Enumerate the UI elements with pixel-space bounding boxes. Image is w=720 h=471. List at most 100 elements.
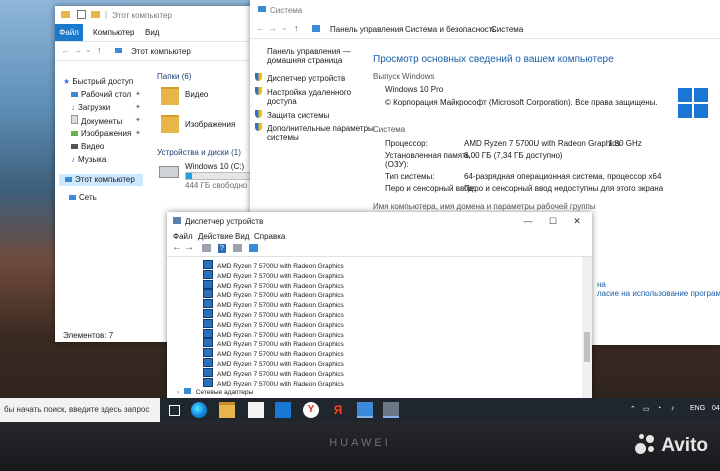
tree-item-processor[interactable]: AMD Ryzen 7 5700U with Radeon Graphics: [203, 269, 344, 280]
device-tree-scrollbar[interactable]: [582, 257, 592, 398]
processor-icon: [203, 338, 213, 348]
pin-icon: ✦: [135, 91, 141, 98]
nav-item-music[interactable]: ♪ Музыка: [71, 154, 106, 166]
tree-item-processor[interactable]: AMD Ryzen 7 5700U with Radeon Graphics: [203, 377, 344, 388]
tree-item-processor[interactable]: AMD Ryzen 7 5700U with Radeon Graphics: [203, 299, 344, 309]
folder-icon[interactable]: [91, 11, 100, 18]
tree-node-network-adapters[interactable]: › Сетевые адаптеры: [177, 388, 253, 396]
scan-hardware-icon[interactable]: [233, 244, 242, 252]
yandex-browser-icon[interactable]: Y: [303, 402, 319, 418]
back-arrow-icon[interactable]: ←: [61, 45, 70, 55]
forward-arrow-icon[interactable]: →: [268, 23, 277, 33]
help-icon[interactable]: ?: [218, 244, 226, 253]
computer-icon: [65, 177, 72, 182]
tree-item-processor[interactable]: AMD Ryzen 7 5700U with Radeon Graphics: [203, 367, 344, 378]
nav-this-pc[interactable]: Этот компьютер: [59, 174, 143, 186]
minimize-button[interactable]: —: [519, 212, 537, 230]
link-remote-settings-line2[interactable]: доступа: [267, 97, 297, 106]
close-icon: ✕: [573, 216, 581, 226]
checkbox-icon[interactable]: [77, 10, 86, 19]
tree-item-processor[interactable]: AMD Ryzen 7 5700U with Radeon Graphics: [203, 318, 344, 329]
windows-logo-pane: [694, 104, 708, 118]
control-panel-home-link-line2[interactable]: домашняя страница: [267, 56, 342, 65]
monitor-icon[interactable]: [249, 244, 258, 252]
tree-item-label: AMD Ryzen 7 5700U with Radeon Graphics: [217, 380, 344, 388]
nav-item-downloads[interactable]: ↓ Загрузки: [71, 102, 110, 114]
processor-icon: [203, 289, 213, 299]
nav-item-pictures[interactable]: Изображения: [71, 128, 131, 140]
menu-action[interactable]: Действие: [198, 232, 233, 241]
battery-icon[interactable]: ▭: [643, 405, 650, 413]
nav-item-desktop[interactable]: Рабочий стол: [71, 89, 131, 101]
tree-item-processor[interactable]: AMD Ryzen 7 5700U with Radeon Graphics: [203, 289, 344, 299]
volume-icon[interactable]: ♪: [671, 405, 675, 412]
taskbar-search-box[interactable]: бы начать поиск, введите здесь запрос: [0, 398, 160, 422]
mail-icon[interactable]: [275, 402, 291, 418]
link-device-manager[interactable]: Диспетчер устройств: [267, 74, 345, 83]
device-manager-taskbar-icon[interactable]: [383, 402, 399, 418]
back-arrow-icon[interactable]: ←: [172, 242, 182, 253]
tree-item-processor[interactable]: AMD Ryzen 7 5700U with Radeon Graphics: [203, 358, 344, 368]
system-app-icon[interactable]: [357, 402, 373, 418]
nav-network[interactable]: Сеть: [63, 192, 97, 204]
tab-file[interactable]: Файл: [55, 24, 83, 41]
link-system-protection[interactable]: Защита системы: [267, 111, 329, 120]
language-indicator[interactable]: ENG: [690, 405, 705, 412]
document-icon: [71, 115, 78, 124]
clock[interactable]: 04: [712, 405, 720, 412]
tree-item-processor[interactable]: AMD Ryzen 7 5700U with Radeon Graphics: [203, 309, 344, 319]
menu-help[interactable]: Справка: [254, 232, 285, 241]
maximize-button[interactable]: ☐: [544, 212, 562, 230]
file-explorer-icon[interactable]: [219, 402, 235, 418]
processor-icon: [203, 318, 213, 328]
tree-item-processor[interactable]: AMD Ryzen 7 5700U with Radeon Graphics: [203, 348, 344, 358]
menu-file[interactable]: Файл: [173, 232, 193, 241]
properties-icon[interactable]: [202, 244, 211, 252]
address-path[interactable]: Этот компьютер: [131, 47, 191, 56]
folder-pictures[interactable]: Изображения: [185, 120, 235, 129]
shield-icon: [255, 123, 262, 131]
close-button[interactable]: ✕: [568, 212, 586, 230]
folder-videos[interactable]: Видео: [185, 90, 208, 99]
tab-computer[interactable]: Компьютер: [93, 28, 134, 37]
breadcrumb-separator: ›: [483, 25, 486, 34]
forward-arrow-icon[interactable]: →: [184, 242, 194, 253]
tree-item-processor[interactable]: AMD Ryzen 7 5700U with Radeon Graphics: [203, 260, 344, 270]
edge-icon[interactable]: [191, 402, 207, 418]
link-remote-settings[interactable]: Настройка удаленного: [267, 88, 351, 97]
task-view-icon[interactable]: [166, 402, 182, 418]
tab-view[interactable]: Вид: [145, 28, 159, 37]
network-icon[interactable]: ◔: [657, 405, 661, 412]
up-arrow-icon[interactable]: ↑: [97, 45, 102, 55]
recent-chevron-icon[interactable]: ⌄: [85, 45, 92, 54]
menu-view[interactable]: Вид: [235, 232, 249, 241]
minimize-icon: —: [523, 216, 533, 226]
license-terms-link[interactable]: ласие на использование программного обес…: [597, 289, 720, 298]
desktop: | Этот компьютер Файл Компьютер Вид ← → …: [0, 0, 720, 422]
link-advanced-settings[interactable]: Дополнительные параметры: [267, 124, 374, 133]
drives-group-header[interactable]: Устройства и диски (1): [157, 148, 241, 157]
partial-link[interactable]: на: [597, 280, 606, 289]
recent-chevron-icon[interactable]: ⌄: [281, 23, 288, 32]
expand-chevron-icon[interactable]: ›: [177, 389, 179, 396]
up-arrow-icon[interactable]: ↑: [294, 23, 299, 33]
folders-group-header[interactable]: Папки (6): [157, 72, 192, 81]
forward-arrow-icon[interactable]: →: [73, 45, 82, 55]
nav-quick-access[interactable]: ★ Быстрый доступ: [63, 76, 133, 88]
tree-item-processor[interactable]: AMD Ryzen 7 5700U with Radeon Graphics: [203, 328, 344, 339]
control-panel-home-link[interactable]: Панель управления —: [267, 47, 351, 56]
nav-item-documents[interactable]: Документы: [71, 115, 122, 127]
tree-item-processor[interactable]: AMD Ryzen 7 5700U with Radeon Graphics: [203, 279, 344, 290]
chevron-up-icon[interactable]: ⌃: [630, 405, 636, 413]
breadcrumb-control-panel[interactable]: Панель управления: [330, 25, 404, 34]
tree-item-processor[interactable]: AMD Ryzen 7 5700U with Radeon Graphics: [203, 338, 344, 348]
system-titlebar: Система: [250, 0, 720, 20]
store-icon[interactable]: [248, 402, 264, 418]
drive-name[interactable]: Windows 10 (C:): [185, 162, 244, 171]
back-arrow-icon[interactable]: ←: [256, 23, 265, 33]
yandex-icon[interactable]: Я: [330, 402, 346, 418]
scrollbar-thumb[interactable]: [584, 332, 590, 362]
link-advanced-settings-line2[interactable]: системы: [267, 133, 299, 142]
breadcrumb-system[interactable]: Система: [491, 25, 523, 34]
nav-item-videos[interactable]: Видео: [71, 141, 104, 153]
